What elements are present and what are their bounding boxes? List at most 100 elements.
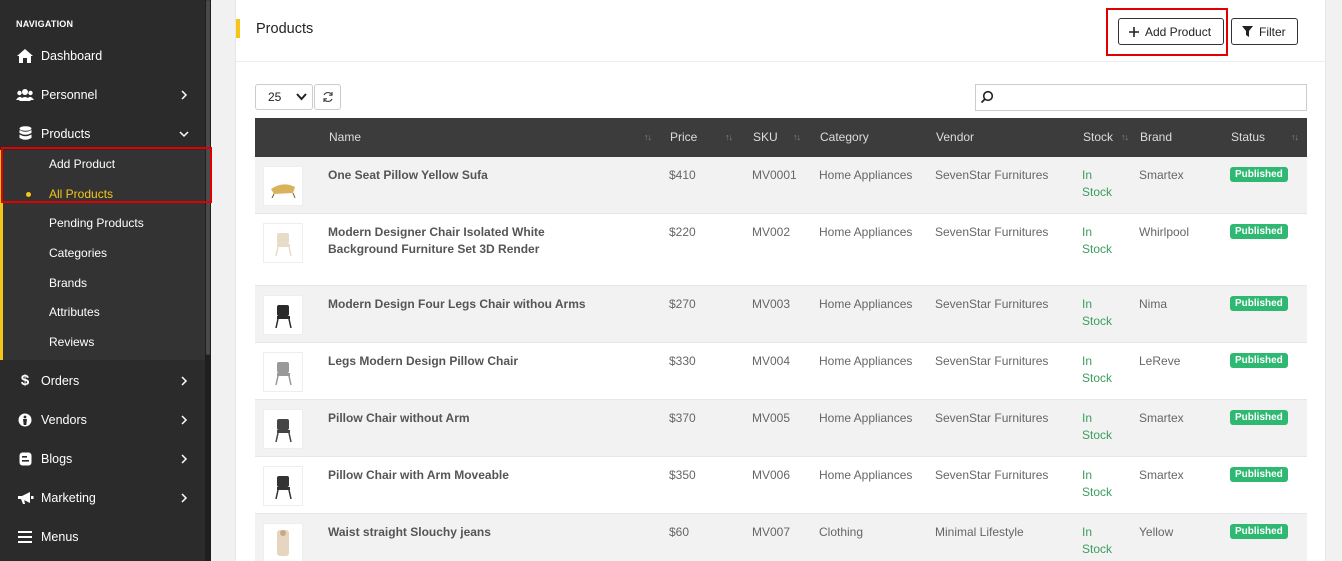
- column-header-price[interactable]: Price: [670, 130, 697, 144]
- product-sku: MV003: [752, 297, 791, 311]
- product-category: Clothing: [819, 525, 864, 539]
- submenu-categories[interactable]: Categories: [49, 246, 107, 260]
- sort-icon[interactable]: ↑↓: [644, 132, 652, 142]
- sidebar-item-dashboard[interactable]: Dashboard: [0, 36, 205, 75]
- product-sku: MV002: [752, 225, 791, 239]
- sidebar-item-personnel[interactable]: Personnel: [0, 75, 205, 114]
- product-thumbnail[interactable]: [263, 166, 303, 206]
- table-row[interactable]: Modern Design Four Legs Chair withou Arm…: [255, 286, 1307, 343]
- sidebar-item-orders[interactable]: $ Orders: [0, 361, 205, 400]
- product-vendor: Minimal Lifestyle: [935, 525, 1024, 539]
- sidebar-item-label: Orders: [41, 373, 80, 388]
- table-row[interactable]: Modern Designer Chair Isolated White Bac…: [255, 214, 1307, 286]
- sort-icon[interactable]: ↑↓: [725, 132, 733, 142]
- sidebar-item-label: Blogs: [41, 451, 73, 466]
- products-table: Name ↑↓ Price ↑↓ SKU ↑↓ Category Vendor …: [255, 118, 1307, 561]
- column-header-name[interactable]: Name: [329, 130, 361, 144]
- product-brand: Smartex: [1139, 411, 1184, 425]
- product-category: Home Appliances: [819, 411, 913, 425]
- product-brand: Smartex: [1139, 468, 1184, 482]
- sidebar-item-label: Menus: [41, 529, 79, 544]
- chevron-down-icon: [179, 130, 189, 137]
- megaphone-icon: [16, 489, 34, 507]
- filter-icon: [1242, 26, 1253, 37]
- column-header-status[interactable]: Status: [1231, 130, 1265, 144]
- product-vendor: SevenStar Furnitures: [935, 354, 1049, 368]
- product-thumbnail[interactable]: [263, 352, 303, 392]
- column-header-vendor[interactable]: Vendor: [936, 130, 974, 144]
- product-image-icon: [275, 362, 292, 386]
- product-stock: In Stock: [1082, 468, 1113, 499]
- sort-icon[interactable]: ↑↓: [1121, 132, 1129, 142]
- product-name[interactable]: Legs Modern Design Pillow Chair: [328, 353, 618, 370]
- sidebar-scrollbar[interactable]: [205, 0, 211, 561]
- product-stock: In Stock: [1082, 411, 1113, 442]
- blog-icon: [16, 450, 34, 468]
- column-header-sku[interactable]: SKU: [753, 130, 778, 144]
- product-sku: MV0001: [752, 168, 797, 182]
- product-thumbnail[interactable]: [263, 223, 303, 263]
- filter-label: Filter: [1259, 24, 1286, 39]
- product-stock: In Stock: [1082, 168, 1113, 199]
- product-sku: MV004: [752, 354, 791, 368]
- page-size-select[interactable]: 25: [255, 84, 313, 110]
- table-header: Name ↑↓ Price ↑↓ SKU ↑↓ Category Vendor …: [255, 118, 1307, 157]
- product-price: $330: [669, 354, 696, 368]
- sidebar-item-label: Personnel: [41, 87, 98, 102]
- table-row[interactable]: Pillow Chair with Arm Moveable $350 MV006 H…: [255, 457, 1307, 514]
- search-input[interactable]: [975, 84, 1307, 111]
- page-title: Products: [256, 21, 314, 37]
- submenu-reviews[interactable]: Reviews: [49, 335, 94, 349]
- product-price: $410: [669, 168, 696, 182]
- sort-icon[interactable]: ↑↓: [793, 132, 801, 142]
- sidebar-item-blogs[interactable]: Blogs: [0, 439, 205, 478]
- product-name[interactable]: One Seat Pillow Yellow Sufa: [328, 167, 618, 184]
- sidebar-item-menus[interactable]: Menus: [0, 517, 205, 556]
- refresh-button[interactable]: [314, 84, 341, 110]
- search-icon: [980, 90, 994, 104]
- table-body: One Seat Pillow Yellow Sufa $410 MV0001 Hom…: [255, 157, 1307, 561]
- product-thumbnail[interactable]: [263, 409, 303, 449]
- submenu-brands[interactable]: Brands: [49, 276, 87, 290]
- dollar-icon: $: [20, 372, 30, 389]
- product-price: $60: [669, 525, 690, 539]
- product-name[interactable]: Modern Design Four Legs Chair withou Arm…: [328, 296, 618, 313]
- table-row[interactable]: Legs Modern Design Pillow Chair $330 MV004…: [255, 343, 1307, 400]
- submenu-attributes[interactable]: Attributes: [49, 305, 100, 319]
- product-name[interactable]: Pillow Chair without Arm: [328, 410, 618, 427]
- product-stock: In Stock: [1082, 297, 1113, 328]
- sidebar-item-marketing[interactable]: Marketing: [0, 478, 205, 517]
- product-stock: In Stock: [1082, 525, 1113, 556]
- sidebar: NAVIGATION Dashboard Personnel Products …: [0, 0, 211, 561]
- product-thumbnail[interactable]: [263, 466, 303, 506]
- column-header-category[interactable]: Category: [820, 130, 869, 144]
- product-thumbnail[interactable]: [263, 295, 303, 335]
- home-icon: [16, 47, 34, 65]
- product-name[interactable]: Pillow Chair with Arm Moveable: [328, 467, 618, 484]
- product-sku: MV006: [752, 468, 791, 482]
- product-image-icon: [275, 419, 292, 443]
- column-header-stock[interactable]: Stock: [1083, 130, 1113, 144]
- highlight-box-add-product: [1106, 8, 1228, 56]
- column-header-brand[interactable]: Brand: [1140, 130, 1172, 144]
- status-badge: Published: [1230, 410, 1288, 425]
- product-name[interactable]: Modern Designer Chair Isolated White Bac…: [328, 224, 618, 258]
- product-image-icon: [277, 530, 289, 556]
- table-row[interactable]: Pillow Chair without Arm $370 MV005 Home Ap…: [255, 400, 1307, 457]
- product-vendor: SevenStar Furnitures: [935, 168, 1049, 182]
- sidebar-item-vendors[interactable]: Vendors: [0, 400, 205, 439]
- sort-icon[interactable]: ↑↓: [1291, 132, 1299, 142]
- status-badge: Published: [1230, 296, 1288, 311]
- product-category: Home Appliances: [819, 354, 913, 368]
- product-name[interactable]: Waist straight Slouchy jeans: [328, 524, 618, 541]
- database-icon: [16, 125, 34, 143]
- table-row[interactable]: One Seat Pillow Yellow Sufa $410 MV0001 Hom…: [255, 157, 1307, 214]
- product-image-icon: [271, 184, 296, 199]
- product-thumbnail[interactable]: [263, 523, 303, 561]
- products-card: Products Add Product Filter 25 Name ↑↓ P…: [235, 0, 1326, 561]
- product-category: Home Appliances: [819, 225, 913, 239]
- submenu-pending-products[interactable]: Pending Products: [49, 216, 144, 230]
- table-row[interactable]: Waist straight Slouchy jeans $60 MV007 Clot…: [255, 514, 1307, 561]
- filter-button[interactable]: Filter: [1231, 18, 1298, 45]
- sidebar-item-label: Products: [41, 126, 91, 141]
